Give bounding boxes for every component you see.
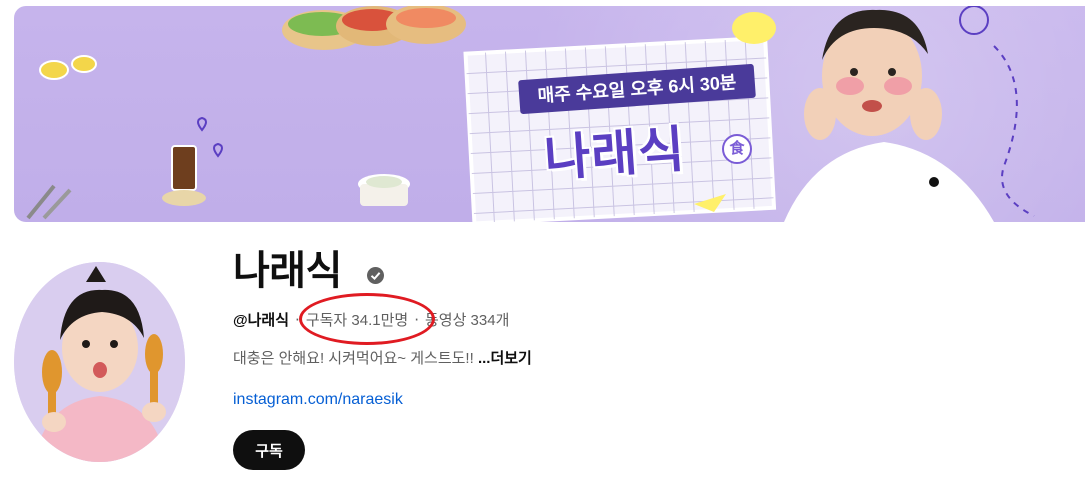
- channel-link[interactable]: instagram.com/naraesik: [233, 389, 403, 411]
- checkmark-icon: [370, 272, 381, 281]
- video-count: 동영상 334개: [424, 312, 510, 329]
- avatar-portrait: [14, 262, 185, 462]
- channel-meta: @나래식 ‧ 구독자 34.1만명 ‧ 동영상 334개: [233, 310, 509, 332]
- channel-name: 나래식: [233, 249, 342, 293]
- banner-title-art: 나래식: [542, 121, 688, 187]
- channel-avatar[interactable]: [14, 262, 185, 462]
- banner-hanja-badge: 食: [722, 134, 752, 164]
- description-text: 대충은 안해요! 시켜먹어요~ 게스트도!!: [233, 350, 474, 367]
- channel-description[interactable]: 대충은 안해요! 시켜먹어요~ 게스트도!! ...더보기: [233, 348, 532, 370]
- channel-handle: @나래식: [233, 312, 290, 329]
- meta-separator: ‧: [414, 312, 419, 329]
- more-button[interactable]: ...더보기: [478, 350, 532, 367]
- channel-banner: 매주 수요일 오후 6시 30분 나래식 食: [14, 6, 1085, 222]
- meta-separator: ‧: [295, 312, 300, 329]
- subscribe-button[interactable]: 구독: [233, 430, 305, 470]
- subscriber-count: 구독자 34.1만명: [305, 312, 409, 329]
- verified-badge-icon: [367, 267, 384, 284]
